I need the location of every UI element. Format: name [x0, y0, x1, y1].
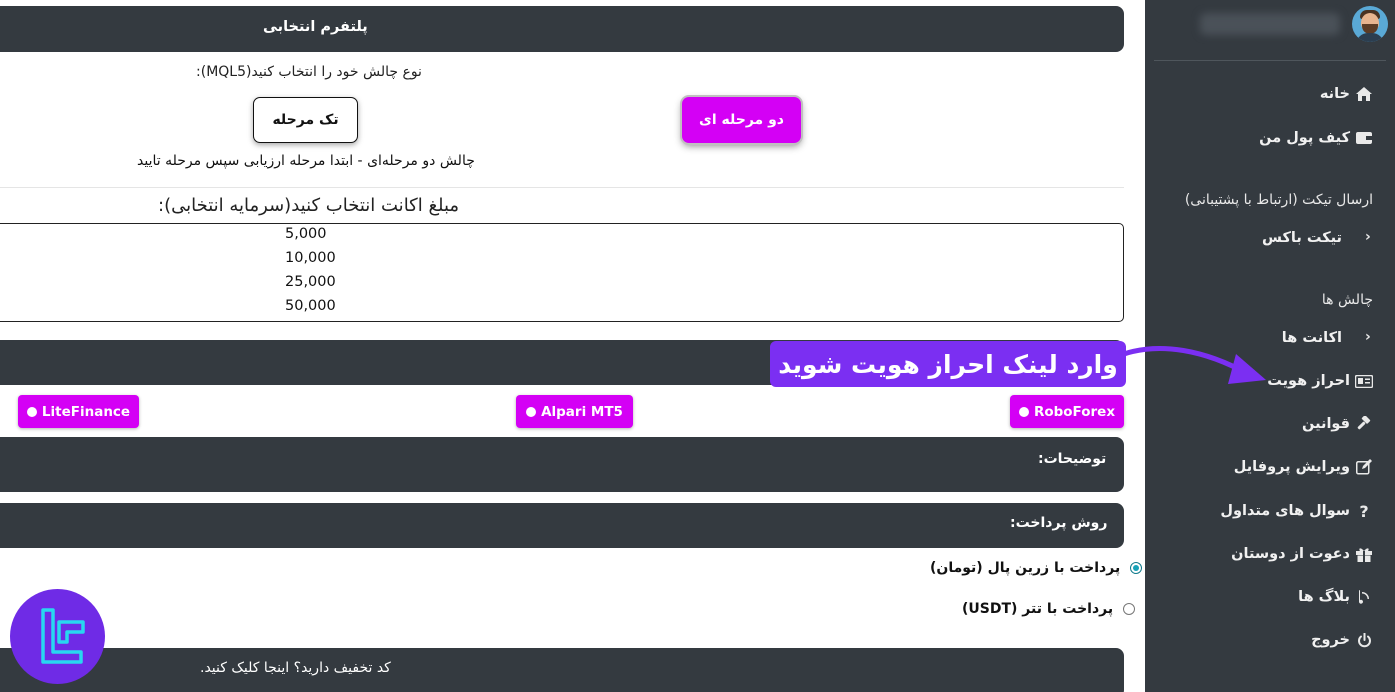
broker-roboforex-button[interactable]: RoboForex	[1010, 395, 1124, 428]
sidebar-divider	[1154, 60, 1386, 61]
radio-unchecked-icon[interactable]	[1123, 603, 1136, 615]
question-icon: ?	[1359, 501, 1369, 521]
sidebar-item-label: چالش ها	[1321, 292, 1373, 308]
avatar[interactable]	[1352, 6, 1388, 42]
amount-label: مبلغ اکانت انتخاب کنید(سرمایه انتخابی):	[158, 195, 460, 216]
sidebar-item-label: سوال های متداول	[1220, 503, 1350, 519]
sidebar-item-label: بلاگ ها	[1298, 589, 1350, 605]
challenge-type-label: نوع چالش خود را انتخاب کنید(MQL5):	[196, 64, 422, 80]
sidebar-item-label: تیکت باکس	[1261, 230, 1342, 246]
amount-option-5000[interactable]: 5,000	[285, 226, 365, 242]
challenge-description: چالش دو مرحله‌ای - ابتدا مرحله ارزیابی س…	[137, 153, 475, 169]
one-stage-button[interactable]: تک مرحله	[253, 97, 358, 143]
id-card-icon	[1355, 373, 1373, 389]
sidebar-item-ticket-box[interactable]: تیکت باکس ‹	[1145, 223, 1395, 253]
sidebar-item-wallet[interactable]: کیف پول من	[1145, 123, 1395, 153]
sidebar-item-challenges[interactable]: چالش ها	[1145, 285, 1395, 315]
description-bar: توضیحات:	[0, 437, 1124, 492]
sidebar-item-label: خانه	[1319, 86, 1350, 102]
annotation-callout: وارد لینک احراز هویت شوید	[770, 341, 1126, 387]
coupon-bar[interactable]: کد تخفیف دارید؟ اینجا کلیک کنید.	[0, 648, 1124, 692]
radio-dot-icon	[526, 406, 537, 417]
payment-option-usdt[interactable]: پرداخت با تتر (USDT)	[962, 601, 1136, 617]
radio-checked-icon[interactable]	[1130, 562, 1143, 574]
platform-header-bar: پلتفرم انتخابی	[0, 6, 1124, 52]
wallet-icon	[1355, 130, 1373, 146]
broker-label: RoboForex	[1033, 403, 1116, 420]
broker-alpari-button[interactable]: Alpari MT5	[516, 395, 633, 428]
user-profile-row[interactable]	[1145, 0, 1395, 52]
chevron-left-icon: ‹	[1365, 229, 1371, 245]
sidebar-item-label: خروج	[1311, 632, 1350, 648]
annotation-arrow-icon	[1121, 346, 1266, 384]
section-divider	[0, 187, 1124, 188]
amount-option-50000[interactable]: 50,000	[285, 298, 365, 314]
username-blurred	[1200, 13, 1340, 35]
sidebar-item-faq[interactable]: ? سوال های متداول	[1145, 496, 1395, 526]
gift-icon	[1355, 546, 1373, 562]
blog-icon	[1355, 589, 1373, 605]
sidebar-item-label: کیف پول من	[1259, 130, 1350, 146]
broker-label: Alpari MT5	[541, 403, 623, 420]
payment-option-label: پرداخت با زرین پال (تومان)	[930, 560, 1121, 576]
amount-option-25000[interactable]: 25,000	[285, 274, 365, 290]
coupon-link[interactable]: کد تخفیف دارید؟ اینجا کلیک کنید.	[200, 660, 391, 676]
sidebar-item-logout[interactable]: خروج	[1145, 625, 1395, 655]
sidebar-item-label: ارسال تیکت (ارتباط با پشتیبانی)	[1184, 192, 1373, 208]
sidebar-item-rules[interactable]: قوانین	[1145, 409, 1395, 439]
broker-label: LiteFinance	[41, 403, 131, 420]
home-icon	[1355, 86, 1373, 102]
radio-dot-icon	[1018, 406, 1029, 417]
sidebar-item-edit-profile[interactable]: ویرایش پروفایل	[1145, 452, 1395, 482]
sidebar-item-send-ticket[interactable]: ارسال تیکت (ارتباط با پشتیبانی)	[1145, 185, 1395, 215]
description-title: توضیحات:	[1038, 451, 1107, 467]
platform-title: پلتفرم انتخابی	[263, 19, 368, 35]
sidebar-item-blogs[interactable]: بلاگ ها	[1145, 582, 1395, 612]
sidebar-item-label: ویرایش پروفایل	[1233, 459, 1350, 475]
amount-option-10000[interactable]: 10,000	[285, 250, 365, 266]
gavel-icon	[1355, 416, 1373, 432]
sidebar-item-label: قوانین	[1302, 416, 1350, 432]
watermark-logo	[10, 589, 105, 684]
sidebar-item-label: اکانت ها	[1281, 330, 1342, 346]
payment-method-bar: روش پرداخت:	[0, 503, 1124, 548]
payment-option-zarinpal[interactable]: پرداخت با زرین پال (تومان)	[930, 560, 1143, 576]
sidebar-item-label: دعوت از دوستان	[1231, 546, 1350, 562]
amount-listbox[interactable]: 5,000 10,000 25,000 50,000	[0, 223, 1124, 322]
sidebar-item-home[interactable]: خانه	[1145, 79, 1395, 109]
payment-method-title: روش پرداخت:	[1010, 515, 1108, 531]
logo-icon	[40, 607, 85, 664]
chevron-left-icon: ‹	[1365, 329, 1371, 345]
payment-option-label: پرداخت با تتر (USDT)	[962, 601, 1114, 617]
two-stage-button[interactable]: دو مرحله ای	[682, 97, 801, 143]
power-icon	[1355, 632, 1373, 648]
sidebar-item-invite[interactable]: دعوت از دوستان	[1145, 539, 1395, 569]
broker-litefinance-button[interactable]: LiteFinance	[18, 395, 139, 428]
radio-dot-icon	[26, 406, 37, 417]
edit-icon	[1355, 459, 1373, 475]
